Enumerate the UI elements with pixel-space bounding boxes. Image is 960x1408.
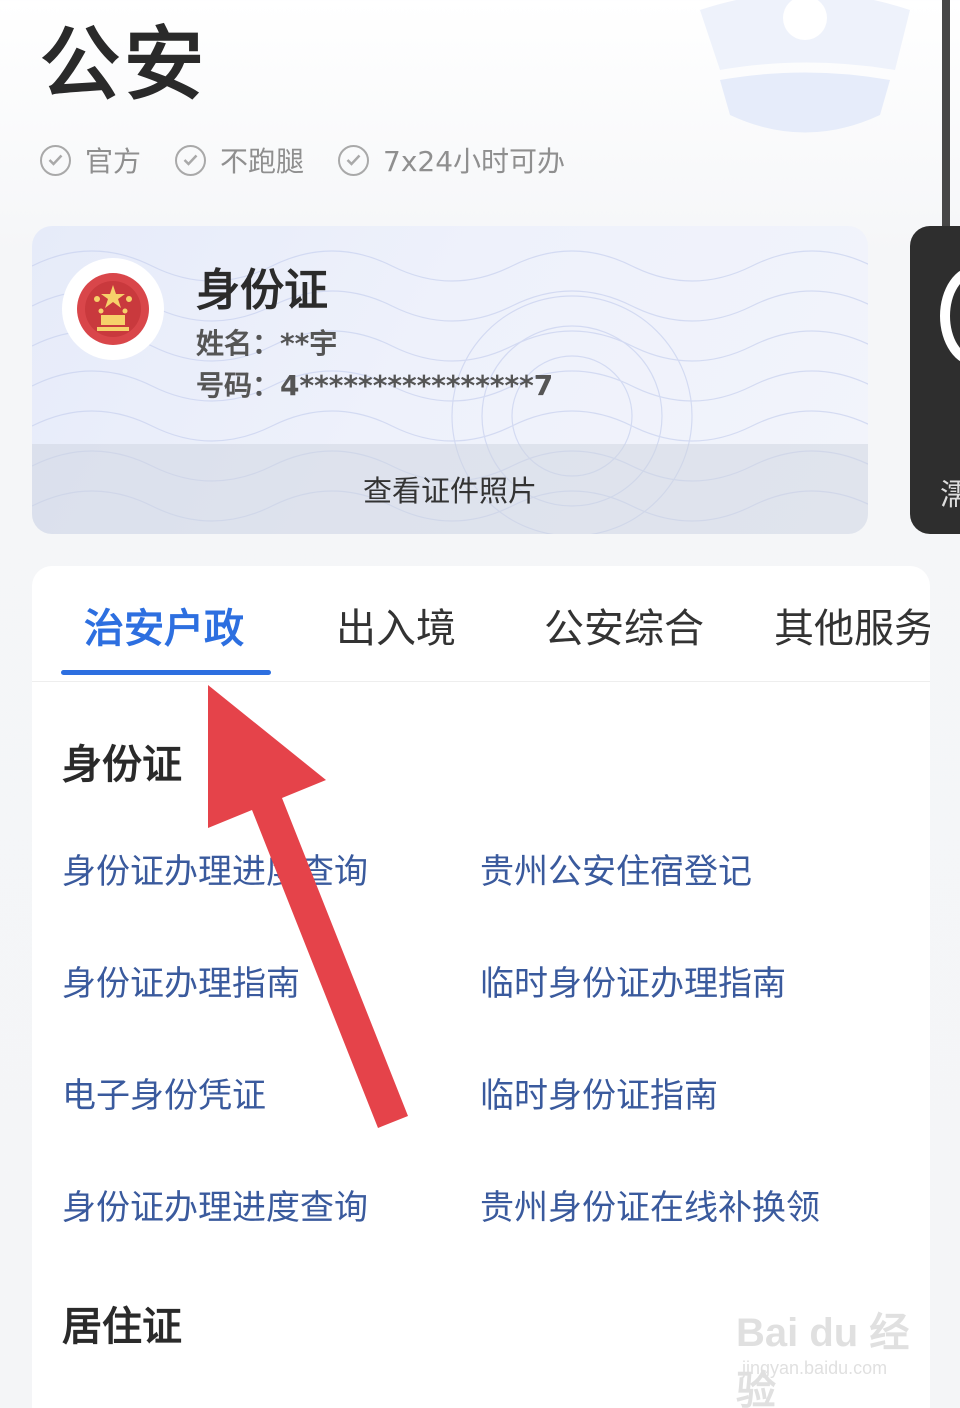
tab-exit-entry[interactable]: 出入境 — [336, 596, 456, 654]
view-photo-label: 查看证件照片 — [362, 474, 537, 508]
baidu-jingyan-watermark: Bai du 经验 jingyan.baidu.com — [736, 1300, 916, 1408]
service-link[interactable]: 临时身份证办理指南 — [480, 956, 786, 1005]
card-name: 姓名：**宇 — [196, 327, 338, 360]
police-hat-decoration — [700, 0, 910, 133]
national-emblem-icon — [62, 258, 164, 360]
watermark-url: jingyan.baidu.com — [742, 1358, 888, 1378]
check-circle-icon — [338, 144, 370, 176]
next-card-icon — [940, 266, 960, 366]
check-circle-icon — [175, 144, 207, 176]
check-circle-icon — [40, 144, 71, 176]
tag-label: 不跑腿 — [220, 145, 305, 178]
view-photo-button[interactable]: 查看证件照片 — [32, 444, 868, 534]
page-title: 公安 — [40, 18, 208, 111]
section-title-id-card: 身份证 — [62, 742, 182, 788]
section-title-residence-permit: 居住证 — [62, 1304, 182, 1350]
card-number: 号码：4****************7 — [196, 369, 554, 402]
red-arrow-annotation — [208, 685, 408, 1128]
active-tab-indicator — [61, 670, 271, 675]
tab-public-security-household[interactable]: 治安户政 — [84, 596, 244, 654]
tab-other-services[interactable]: 其他服务 — [774, 596, 930, 654]
watermark-logo: Bai du 经验 — [736, 1311, 910, 1408]
service-link[interactable]: 身份证办理进度查询 — [62, 1180, 368, 1229]
tag-24h: 7x24小时可办 — [338, 140, 565, 180]
next-card-label: 濡 — [940, 478, 960, 513]
category-tabs: 治安户政 出入境 公安综合 其他服务 — [32, 566, 930, 682]
tag-official: 官方 — [40, 140, 141, 180]
tag-no-errands: 不跑腿 — [175, 140, 304, 180]
tab-general[interactable]: 公安综合 — [544, 596, 704, 654]
service-link[interactable]: 贵州公安住宿登记 — [480, 844, 752, 893]
tag-label: 官方 — [85, 145, 142, 178]
service-link[interactable]: 临时身份证指南 — [480, 1068, 718, 1117]
tag-label: 7x24小时可办 — [383, 145, 566, 178]
feature-tags: 官方 不跑腿 7x24小时可办 — [40, 140, 599, 180]
card-title: 身份证 — [196, 265, 328, 316]
service-link[interactable]: 贵州身份证在线补换领 — [480, 1180, 820, 1229]
